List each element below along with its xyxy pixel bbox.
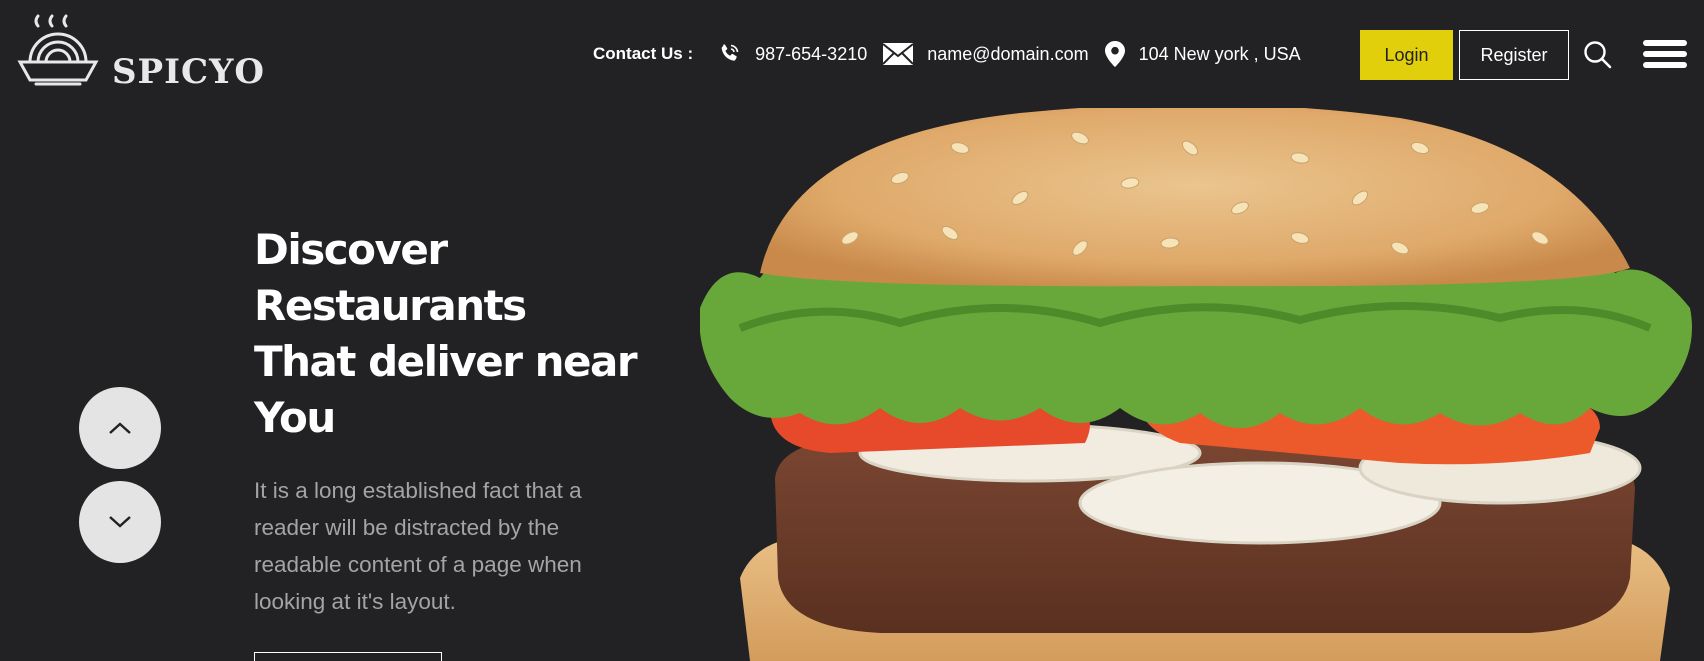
- contact-label: Contact Us :: [593, 44, 694, 63]
- hero-burger-image: [700, 108, 1704, 661]
- chevron-down-icon: [109, 516, 131, 528]
- hero-title-line: That deliver near: [254, 337, 638, 386]
- logo-bowl-icon: [17, 14, 99, 86]
- contact-bar: Contact Us : 987-654-3210 name@domain.co…: [593, 34, 1317, 74]
- register-button[interactable]: Register: [1459, 30, 1569, 80]
- hero-title-line: Restaurants: [254, 281, 527, 330]
- login-button[interactable]: Login: [1360, 30, 1453, 80]
- contact-address: 104 New york , USA: [1138, 43, 1301, 64]
- hero-cta-button[interactable]: [254, 652, 442, 661]
- phone-icon: [717, 42, 741, 66]
- location-pin-icon: [1104, 41, 1125, 67]
- hamburger-menu-button[interactable]: [1643, 40, 1687, 72]
- hero-title-line: Discover: [254, 225, 448, 274]
- hero-description: It is a long established fact that a rea…: [254, 478, 582, 614]
- mail-icon: [883, 43, 914, 65]
- hero-title: Discover Restaurants That deliver near Y…: [254, 222, 674, 446]
- contact-phone-link[interactable]: 987-654-3210: [755, 44, 867, 65]
- search-icon: [1584, 41, 1612, 69]
- slider-prev-button[interactable]: [79, 387, 161, 469]
- chevron-up-icon: [109, 422, 131, 434]
- hamburger-menu-icon: [1643, 40, 1687, 46]
- search-button[interactable]: [1583, 40, 1613, 70]
- hero-title-line: You: [254, 393, 336, 442]
- contact-email-link[interactable]: name@domain.com: [927, 44, 1088, 65]
- brand-logo[interactable]: SPICYO: [16, 12, 265, 94]
- slider-next-button[interactable]: [79, 481, 161, 563]
- brand-name: SPICYO: [112, 52, 265, 92]
